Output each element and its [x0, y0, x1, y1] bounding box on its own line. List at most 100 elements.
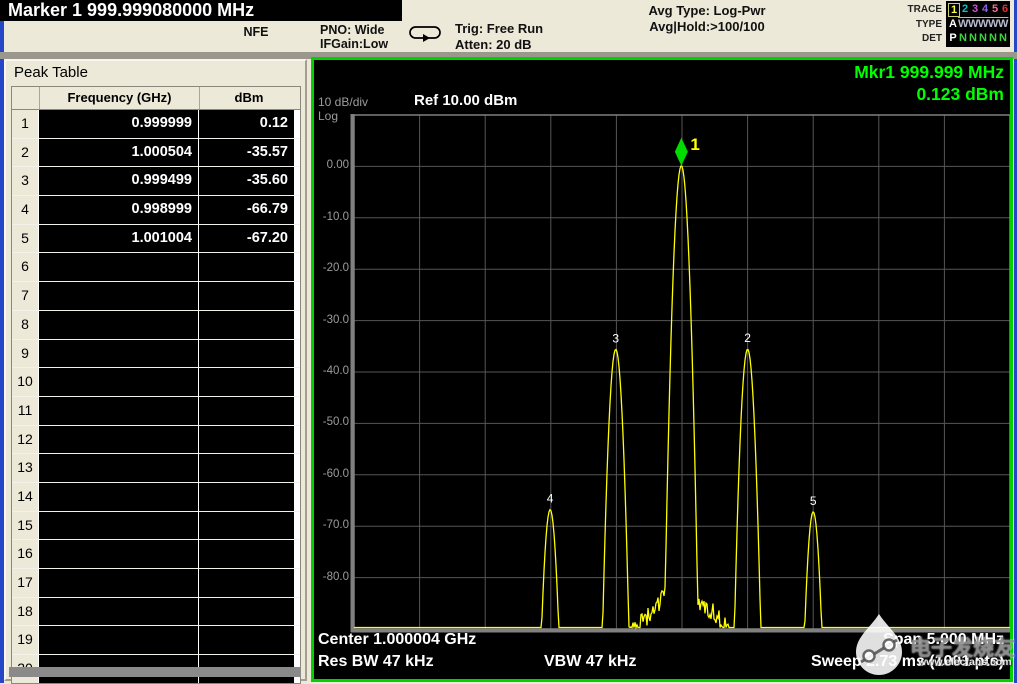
table-row[interactable]: 8 — [12, 310, 300, 340]
type-row-label: TYPE — [915, 18, 942, 30]
peak-label: 5 — [810, 494, 817, 508]
legend-type-row: AWWWWW — [948, 17, 1010, 32]
row-dbm — [199, 597, 294, 626]
trace-2-num[interactable]: 2 — [960, 2, 970, 17]
row-dbm — [199, 339, 294, 368]
table-row[interactable]: 10 — [12, 368, 300, 397]
trig-value: Trig: Free Run — [455, 21, 544, 36]
row-frequency — [39, 282, 199, 310]
span-label[interactable]: Span 5.000 MHz — [883, 631, 1004, 649]
row-number: 9 — [12, 339, 39, 368]
avg-hold-value: Avg|Hold:>100/100 — [649, 19, 765, 34]
row-dbm — [199, 540, 294, 568]
active-function-readout: Marker 1 999.999080000 MHz — [0, 0, 402, 21]
trace-4-type: W — [978, 17, 989, 30]
table-row[interactable]: 15 — [12, 511, 300, 541]
marker-1-diamond[interactable] — [674, 137, 688, 166]
pno-annunciator[interactable]: PNO: Wide IFGain:Low — [320, 23, 388, 51]
row-number: 18 — [12, 597, 39, 626]
row-dbm: -67.20 — [199, 224, 294, 253]
row-frequency: 0.998999 — [39, 196, 199, 224]
row-number: 14 — [12, 482, 39, 511]
res-bw-label[interactable]: Res BW 47 kHz — [318, 653, 434, 671]
trace-2-type: W — [958, 17, 969, 30]
row-dbm: 0.12 — [199, 110, 294, 138]
amplitude-tick-label: -60.0 — [322, 467, 349, 480]
spectrum-display: Mkr1 999.999 MHz 0.123 dBm 10 dB/div Log… — [311, 57, 1015, 682]
ifgain-value: IFGain:Low — [320, 37, 389, 51]
average-annunciator[interactable]: Avg Type: Log-Pwr Avg|Hold:>100/100 — [618, 3, 796, 35]
row-number: 15 — [12, 511, 39, 540]
row-dbm — [199, 282, 294, 310]
table-row[interactable]: 2 1.000504 -35.57 — [12, 138, 300, 168]
peak-label: 2 — [744, 331, 751, 345]
table-row[interactable]: 6 — [12, 253, 300, 283]
trace-legend[interactable]: 123456AWWWWWPNNNNN — [946, 1, 1010, 47]
col-header-index — [12, 87, 40, 109]
table-row[interactable]: 4 0.998999 -66.79 — [12, 196, 300, 225]
amplitude-tick-label: -30.0 — [322, 313, 349, 326]
table-row[interactable]: 14 — [12, 482, 300, 512]
trace-3-det: N — [969, 32, 977, 44]
table-row[interactable]: 12 — [12, 425, 300, 455]
table-row[interactable]: 3 0.999499 -35.60 — [12, 167, 300, 197]
peak-table-footer-bar — [9, 667, 301, 677]
trace-2-det: N — [959, 32, 967, 44]
trace-5-num[interactable]: 5 — [990, 2, 1000, 17]
vbw-label[interactable]: VBW 47 kHz — [544, 653, 636, 671]
peak-table: Frequency (GHz) dBm 1 0.999999 0.12 2 1.0005… — [11, 86, 301, 684]
row-number: 6 — [12, 253, 39, 282]
row-dbm — [199, 253, 294, 282]
row-number: 12 — [12, 425, 39, 454]
trace-3-type: W — [968, 17, 979, 30]
trace-3-num[interactable]: 3 — [970, 2, 980, 17]
trace-4-num[interactable]: 4 — [980, 2, 990, 17]
row-dbm: -35.60 — [199, 167, 294, 196]
col-header-frequency: Frequency (GHz) — [40, 87, 200, 109]
row-number: 17 — [12, 569, 39, 597]
trace-6-num[interactable]: 6 — [1000, 2, 1010, 17]
row-frequency — [39, 454, 199, 482]
row-dbm: -35.57 — [199, 138, 294, 167]
trace-legend-labels: TRACE TYPE DET — [878, 3, 942, 47]
center-freq-label[interactable]: Center 1.000004 GHz — [318, 631, 476, 649]
row-dbm — [199, 310, 294, 339]
peak-label: 4 — [547, 492, 554, 506]
table-row[interactable]: 7 — [12, 282, 300, 311]
row-dbm — [199, 511, 294, 540]
grid-lines — [354, 115, 1010, 629]
row-frequency — [39, 253, 199, 282]
pno-value: PNO: Wide — [320, 23, 385, 37]
row-dbm: -66.79 — [199, 196, 294, 224]
row-frequency — [39, 368, 199, 396]
row-number: 1 — [12, 110, 39, 138]
peak-label: 3 — [612, 331, 619, 345]
table-row[interactable]: 9 — [12, 339, 300, 369]
amplitude-tick-label: 0.00 — [326, 159, 349, 172]
table-row[interactable]: 1 0.999999 0.12 — [12, 110, 300, 139]
sweep-time-label[interactable]: Sweep 2.73 ms (1001 pts) — [811, 653, 1004, 671]
row-frequency — [39, 569, 199, 597]
table-row[interactable]: 17 — [12, 569, 300, 598]
table-row[interactable]: 11 — [12, 396, 300, 426]
table-row[interactable]: 19 — [12, 626, 300, 656]
table-row[interactable]: 16 — [12, 540, 300, 569]
marker-1-label: 1 — [690, 135, 699, 154]
table-row[interactable]: 18 — [12, 597, 300, 627]
trace-6-det: N — [999, 32, 1007, 44]
trace-5-det: N — [989, 32, 997, 44]
continuous-sweep-icon[interactable] — [408, 25, 444, 47]
trigger-annunciator[interactable]: Trig: Free Run Atten: 20 dB — [455, 21, 543, 53]
row-dbm — [199, 482, 294, 511]
row-frequency — [39, 626, 199, 655]
trace-1-num[interactable]: 1 — [948, 3, 960, 17]
atten-value: Atten: 20 dB — [455, 37, 532, 52]
trace-1-type: A — [949, 17, 957, 30]
amplitude-tick-label: -10.0 — [322, 210, 349, 223]
row-number: 4 — [12, 196, 39, 224]
table-row[interactable]: 13 — [12, 454, 300, 483]
table-row[interactable]: 5 1.001004 -67.20 — [12, 224, 300, 254]
legend-det-row: PNNNNN — [948, 31, 1010, 46]
row-frequency — [39, 540, 199, 568]
row-frequency — [39, 310, 199, 339]
